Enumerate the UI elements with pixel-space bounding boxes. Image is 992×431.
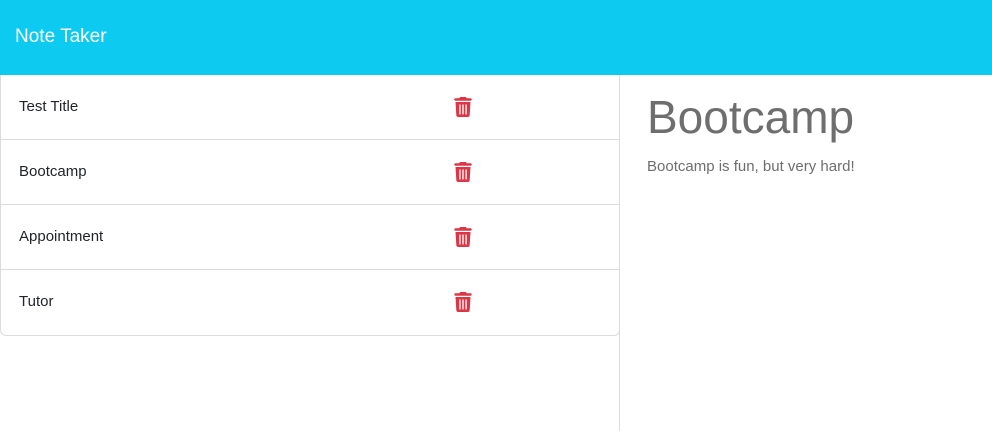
note-list-item-title[interactable]: Tutor: [19, 293, 53, 311]
note-list-panel: Test Title Bootcamp Appointment Tutor: [0, 75, 620, 431]
note-view-panel: Bootcamp Bootcamp is fun, but very hard!: [620, 75, 992, 431]
note-list-item-title[interactable]: Appointment: [19, 228, 103, 246]
note-text-field[interactable]: Bootcamp is fun, but very hard!: [647, 157, 977, 177]
note-list-item-title[interactable]: Test Title: [19, 98, 78, 116]
list-item[interactable]: Test Title: [1, 75, 619, 140]
trash-icon[interactable]: [454, 97, 472, 117]
note-title-field[interactable]: Bootcamp: [647, 89, 977, 145]
list-item[interactable]: Tutor: [1, 270, 619, 335]
navbar: Note Taker: [0, 0, 992, 75]
note-list-item-title[interactable]: Bootcamp: [19, 163, 87, 181]
list-item[interactable]: Appointment: [1, 205, 619, 270]
trash-icon[interactable]: [454, 162, 472, 182]
list-item[interactable]: Bootcamp: [1, 140, 619, 205]
trash-icon[interactable]: [454, 292, 472, 312]
note-list: Test Title Bootcamp Appointment Tutor: [0, 75, 620, 336]
trash-icon[interactable]: [454, 227, 472, 247]
app-brand-link[interactable]: Note Taker: [15, 24, 107, 50]
